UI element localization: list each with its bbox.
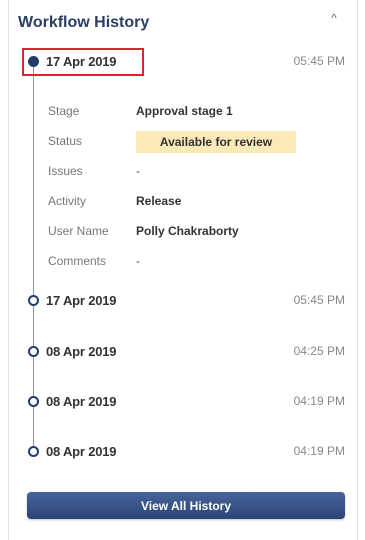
timeline-entry[interactable]: 08 Apr 2019 04:19 PM [0,441,365,463]
timeline-node-icon [28,446,39,457]
issues-value: - [136,164,140,178]
detail-row-stage: Stage Approval stage 1 [48,101,348,123]
activity-label: Activity [48,194,87,208]
user-name-label: User Name [48,224,109,238]
detail-row-user-name: User Name Polly Chakraborty [48,221,348,243]
panel-title: Workflow History [18,14,150,31]
detail-row-issues: Issues - [48,161,348,183]
comments-label: Comments [48,254,107,268]
timeline-entry[interactable]: 08 Apr 2019 04:19 PM [0,391,365,413]
entry-time: 04:25 PM [293,344,345,358]
detail-row-comments: Comments - [48,251,348,273]
entry-time: 04:19 PM [293,444,345,458]
timeline-node-icon [28,295,39,306]
issues-label: Issues [48,164,83,178]
detail-row-activity: Activity Release [48,191,348,213]
entry-date: 08 Apr 2019 [46,394,117,409]
timeline-node-icon [28,396,39,407]
entry-date: 08 Apr 2019 [46,444,117,459]
status-label: Status [48,134,83,148]
entry-time: 05:45 PM [293,54,345,68]
detail-row-status: Status Available for review [48,131,348,153]
entry-date: 17 Apr 2019 [46,293,117,308]
timeline-node-icon [28,346,39,357]
entry-time: 05:45 PM [293,293,345,307]
stage-label: Stage [48,104,80,118]
view-all-history-button[interactable]: View All History [27,492,345,519]
entry-date: 08 Apr 2019 [46,344,117,359]
timeline-entry[interactable]: 08 Apr 2019 04:25 PM [0,341,365,363]
entry-time: 04:19 PM [293,394,345,408]
timeline-entry[interactable]: 17 Apr 2019 05:45 PM [0,290,365,312]
activity-value: Release [136,194,182,208]
user-name-value: Polly Chakraborty [136,224,239,238]
status-badge: Available for review [136,131,296,153]
highlight-box [22,48,144,76]
stage-value: Approval stage 1 [136,104,233,118]
comments-value: - [136,254,140,268]
chevron-up-icon[interactable]: ^ [327,12,341,24]
